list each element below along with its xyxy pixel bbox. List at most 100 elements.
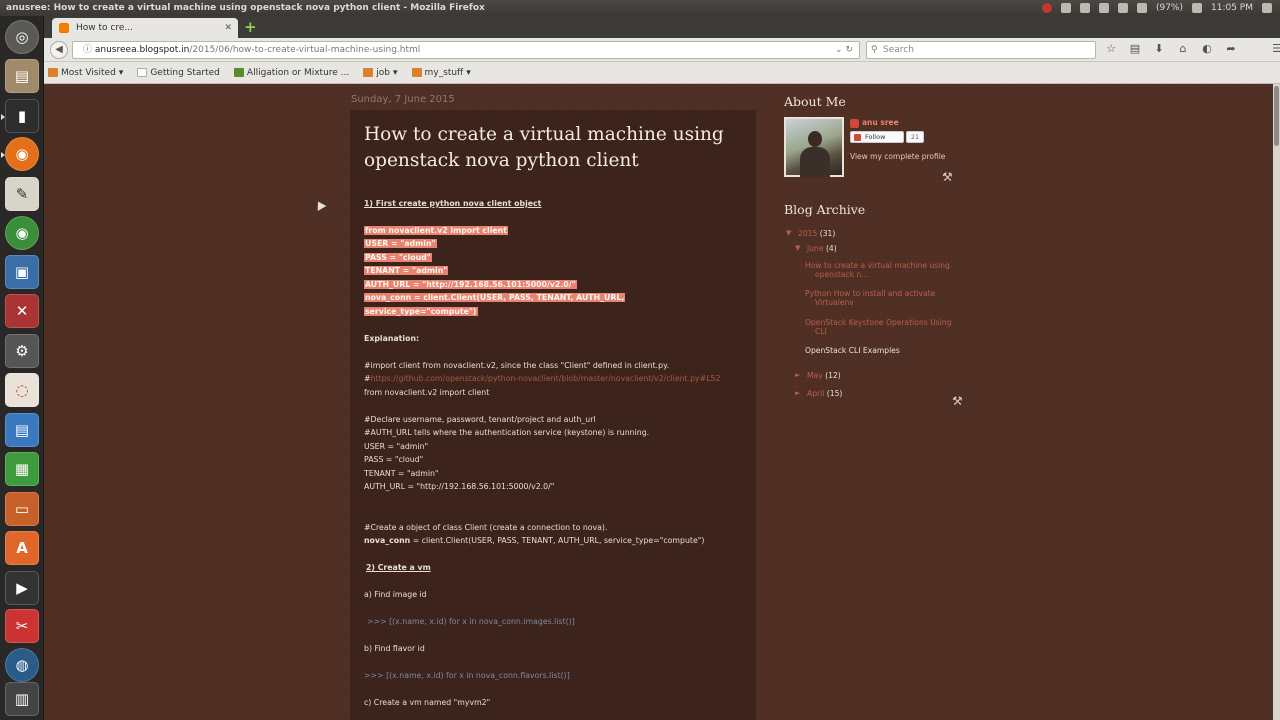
bookmark-most-visited[interactable]: Most Visited ▾ [48,68,123,78]
ubuntu-dash-icon[interactable]: ◎ [5,20,39,54]
gnu-emacs-icon[interactable]: ✕ [5,294,39,328]
step-heading: 2) Create a vm [366,563,431,572]
search-input[interactable]: ⚲ Search [866,41,1096,59]
code-line: AUTH_URL = "http://192.168.56.101:5000/v… [364,280,577,289]
reading-list-icon[interactable]: ▤ [1128,42,1142,56]
bluetooth-icon[interactable] [1098,3,1109,13]
gear-icon[interactable] [1262,3,1272,13]
system-tray: (97%) 11:05 PM [1041,0,1272,16]
virtualbox-icon[interactable]: ▣ [5,255,39,289]
follow-button[interactable]: Follow [850,131,904,143]
video-icon[interactable]: ▶ [5,571,39,605]
post-title: How to create a virtual machine using op… [364,122,724,174]
archive-month-may[interactable]: May (12) [807,371,841,380]
menu-icon[interactable]: ☰ [1270,42,1280,56]
search-placeholder: Search [883,45,914,55]
writer-icon[interactable]: ▤ [5,413,39,447]
tab-strip: How to cre... ✕ + [44,16,1280,38]
volume-icon[interactable] [1192,3,1202,13]
terminal-icon[interactable]: ▮ [1,99,39,133]
clock[interactable]: 11:05 PM [1211,0,1253,16]
blog-post: How to create a virtual machine using op… [350,110,756,720]
step-heading: 1) First create python nova client objec… [364,199,542,208]
bookmark-star-icon[interactable]: ☆ [1104,42,1118,56]
expand-toggle-icon[interactable]: ▼ [786,229,791,237]
pocket-icon[interactable]: ◐ [1200,42,1214,56]
share-icon[interactable]: ➦ [1224,42,1238,56]
web-page: Sunday, 7 June 2015 How to create a virt… [44,84,1273,720]
scrollbar[interactable] [1273,84,1280,720]
text-editor-icon[interactable]: ✎ [5,177,39,211]
search-icon: ⚲ [871,45,878,55]
system-settings-icon[interactable]: ⚙ [5,334,39,368]
software-center-icon[interactable]: A [5,531,39,565]
chrome-icon[interactable]: ◉ [5,216,39,250]
bookmark-icon [233,68,244,77]
clipboard-icon[interactable]: ◌ [5,373,39,407]
tools-icon[interactable]: ✂ [5,609,39,643]
instruction-line: c) Create a vm named "myvm2" [364,698,491,707]
explanation-line: AUTH_URL = "http://192.168.56.101:5000/v… [364,482,555,491]
code-line: TENANT = "admin" [364,266,449,275]
code-line: PASS = "cloud" [364,253,432,262]
github-link[interactable]: https://github.com/openstack/python-nova… [371,374,721,383]
bookmarks-bar: Most Visited ▾ Getting Started Alligatio… [44,62,1280,84]
url-bar[interactable]: ⓘ anusreea.blogspot.in/2015/06/how-to-cr… [72,41,860,59]
bookmark-alligation[interactable]: Alligation or Mixture ... [233,68,349,78]
calc-icon[interactable]: ▦ [5,452,39,486]
network-tool-icon[interactable]: ◍ [5,648,39,682]
explanation-line: nova_conn = client.Client(USER, PASS, TE… [364,536,705,545]
instruction-line: a) Find image id [364,590,427,599]
explanation-line: #Declare username, password, tenant/proj… [364,415,596,424]
archive-post-link[interactable]: CLI [815,327,827,336]
download-icon[interactable]: ⬇ [1152,42,1166,56]
bookmark-getting-started[interactable]: Getting Started [137,68,220,78]
new-tab-button[interactable]: + [244,19,257,35]
wrench-icon[interactable]: ⚒ [942,170,953,184]
explanation-line: TENANT = "admin" [364,469,439,478]
explanation-line: #https://github.com/openstack/python-nov… [364,374,721,383]
impress-icon[interactable]: ▭ [5,492,39,526]
expand-toggle-icon[interactable]: ► [795,389,800,397]
close-tab-icon[interactable]: ✕ [224,18,232,38]
battery-icon[interactable] [1136,3,1147,13]
archive-post-link[interactable]: OpenStack CLI Examples [805,346,900,355]
archive-post-link[interactable]: How to create a virtual machine using [805,261,950,270]
reload-icon[interactable]: ⌄ ↻ [835,42,853,58]
expand-toggle-icon[interactable]: ▼ [795,244,800,252]
archive-year[interactable]: 2015 (31) [798,229,835,238]
profile-name[interactable]: anu sree [850,118,899,128]
site-info-icon[interactable]: ⓘ [83,45,95,55]
expand-toggle-icon[interactable]: ► [795,371,800,379]
archive-post-link[interactable]: Python How to install and activate [805,289,935,298]
network-icon[interactable] [1060,3,1071,13]
avatar[interactable] [784,117,844,177]
home-icon[interactable]: ⌂ [1176,42,1190,56]
bookmark-my-stuff[interactable]: my_stuff ▾ [411,68,471,78]
scrollbar-thumb[interactable] [1274,86,1279,146]
explanation-line: #import client from novaclient.v2, since… [364,361,670,370]
archive-month-april[interactable]: April (15) [807,389,842,398]
archive-post-link[interactable]: openstack n... [815,270,869,279]
folder-icon [48,68,58,77]
wrench-icon[interactable]: ⚒ [952,394,963,408]
mail-icon[interactable] [1117,3,1128,13]
archive-month-june[interactable]: June (4) [807,244,837,253]
firefox-icon[interactable]: ◉ [1,137,39,171]
view-profile-link[interactable]: View my complete profile [850,152,945,161]
code-snippet: >>> [(x.name, x.id) for x in nova_conn.f… [364,671,570,680]
trash-icon[interactable]: ▥ [5,682,39,716]
url-path: /2015/06/how-to-create-virtual-machine-u… [189,45,421,55]
instruction-line: b) Find flavor id [364,644,425,653]
bookmark-job[interactable]: job ▾ [363,68,398,78]
archive-post-link[interactable]: OpenStack Keystone Operations Using [805,318,951,327]
archive-post-link[interactable]: Virtualenv [815,298,854,307]
files-icon[interactable]: ▤ [5,59,39,93]
keyboard-icon[interactable] [1079,3,1090,13]
indicator-icon[interactable] [1041,3,1052,13]
code-snippet: >>> [(x.name, x.id) for x in nova_conn.i… [367,617,575,626]
back-button[interactable]: ◀ [50,41,68,59]
blogger-icon [59,23,69,33]
tab-active[interactable]: How to cre... ✕ [52,18,238,38]
top-panel: anusree: How to create a virtual machine… [0,0,1280,16]
